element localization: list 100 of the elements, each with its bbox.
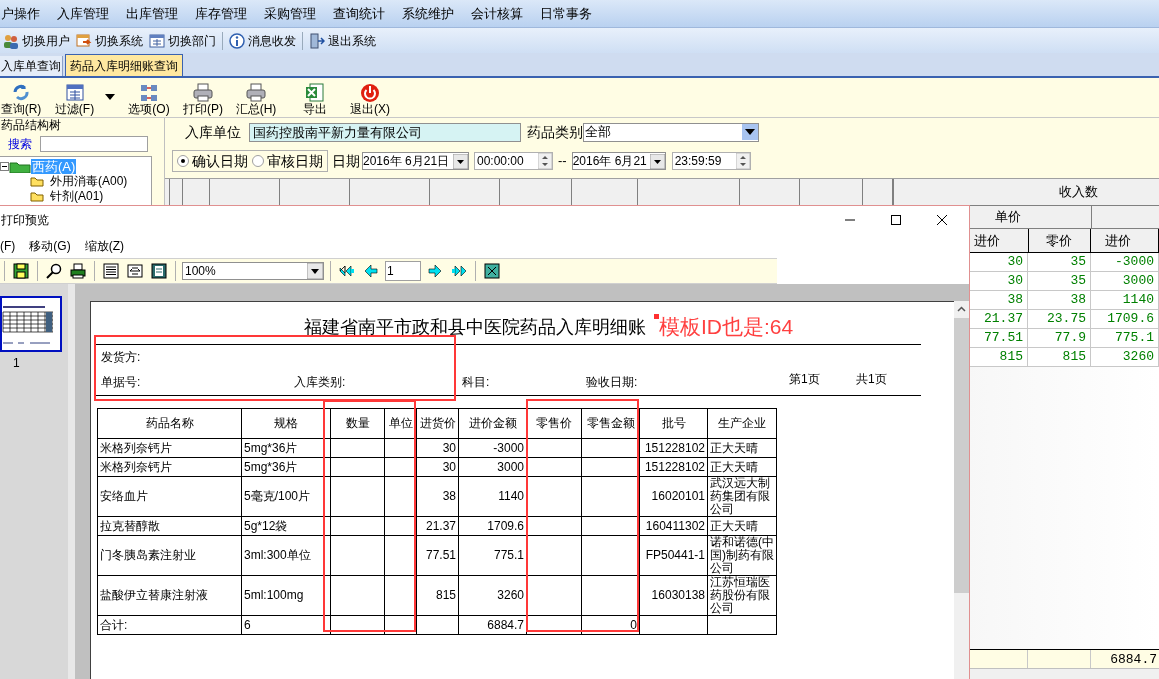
table-cell: 35	[1028, 253, 1091, 271]
scrollbar[interactable]	[954, 301, 969, 679]
table-cell: 3260	[1091, 348, 1159, 366]
action-button[interactable]: 打印(P)	[179, 83, 227, 116]
radio-option[interactable]: 审核日期	[252, 150, 323, 172]
action-button[interactable]: 退出(X)	[345, 83, 395, 116]
zoom-dropdown[interactable]: 100%	[182, 262, 324, 280]
table-cell: 5毫克/100片	[241, 476, 331, 517]
dropdown-button[interactable]	[104, 92, 116, 102]
table-cell: 23.75	[1028, 310, 1091, 328]
column-header: 进价金额	[458, 408, 527, 439]
time-field[interactable]: 00:00:00	[474, 152, 553, 170]
menu-item[interactable]: 移动(G)	[29, 236, 71, 255]
caret-icon	[742, 124, 758, 140]
time-field[interactable]: 23:59:59	[671, 152, 751, 170]
action-button[interactable]: 选项(O)	[124, 83, 174, 116]
table-cell: 武汉远大制药集团有限公司	[707, 476, 777, 517]
magnifier-icon	[46, 263, 62, 279]
toolbar-button[interactable]: 切换用户	[0, 29, 73, 52]
tab[interactable]: 药品入库明细账查询	[65, 54, 183, 76]
menu-item[interactable]: 缩放(Z)	[84, 236, 124, 255]
search-field[interactable]	[40, 136, 148, 152]
caret-icon	[307, 263, 323, 279]
table-cell: 盐酸伊立替康注射液	[97, 575, 242, 616]
table-cell: 正大天晴	[707, 457, 777, 477]
field-label: 药品类别	[527, 122, 583, 142]
date-field[interactable]: 2016年 6月21日	[362, 152, 469, 170]
total-cell-text: 6884.7	[1109, 651, 1158, 668]
toolbar-button[interactable]: 退出系统	[306, 29, 379, 52]
column-header: 零售金额	[581, 408, 640, 439]
toolbar-button[interactable]	[44, 261, 64, 281]
column-header: 进价	[1091, 229, 1159, 252]
info-icon	[229, 32, 245, 49]
spinner-icon	[538, 153, 552, 169]
caret-icon	[453, 153, 468, 169]
toolbar-button[interactable]	[11, 261, 31, 281]
previous-icon	[363, 263, 379, 279]
table-cell: 38	[416, 476, 459, 517]
table-cell: 21.37	[416, 516, 459, 536]
table-cell: 16030138	[639, 575, 708, 616]
menu-item[interactable]: 查询统计	[330, 3, 388, 24]
category-dropdown[interactable]: 全部	[583, 122, 759, 142]
table-cell: 815	[1028, 348, 1091, 366]
separator-text: --	[558, 152, 567, 171]
menu-item[interactable]: 会计核算	[468, 3, 526, 24]
toolbar-button[interactable]	[68, 261, 88, 281]
column-header: 零价	[1028, 229, 1092, 252]
menu-item[interactable]: 采购管理	[261, 3, 319, 24]
menu-item[interactable]: 户操作	[0, 3, 43, 24]
spreadsheet-icon	[305, 83, 325, 102]
table-cell: 1709.6	[1091, 310, 1159, 328]
action-button[interactable]: 查询(R)	[0, 83, 42, 116]
table-cell: 160411302	[639, 516, 708, 536]
tree-item[interactable]: 外用消毒(A00)	[50, 174, 128, 189]
window-title: 打印预览	[1, 211, 49, 229]
marker-square	[654, 314, 659, 319]
date-field[interactable]: 2016年 6月21	[571, 152, 666, 170]
menu-item[interactable]: 库存管理	[192, 3, 250, 24]
menu-item[interactable]: 入库管理	[54, 3, 112, 24]
radio-option[interactable]: 确认日期	[177, 150, 248, 172]
last-page-icon	[451, 263, 467, 279]
toolbar-button[interactable]	[101, 261, 121, 281]
table-cell: 3000	[1091, 272, 1159, 290]
next-icon	[427, 263, 443, 279]
toolbar-button[interactable]	[482, 261, 502, 281]
table-cell: 151228102	[639, 438, 708, 458]
action-button[interactable]: 过滤(F)	[47, 83, 102, 116]
table-cell: 35	[1028, 272, 1091, 290]
unit-field[interactable]: 国药控股南平新力量有限公司	[249, 122, 521, 142]
action-button[interactable]: 导出	[295, 83, 335, 116]
toolbar-button[interactable]: 切换系统	[73, 29, 146, 52]
tree-item[interactable]: 针剂(A01)	[50, 189, 104, 204]
field-label: 日期	[332, 151, 360, 171]
menu-item[interactable]: 出库管理	[123, 3, 181, 24]
table-cell: 30	[416, 457, 459, 477]
table-cell: 6	[241, 615, 331, 635]
menu-item[interactable]: (F)	[0, 236, 16, 255]
column-header: 药品名称	[97, 408, 242, 439]
table-cell: 0	[581, 615, 640, 635]
toolbar-button[interactable]	[149, 261, 169, 281]
table-cell: 米格列奈钙片	[97, 457, 242, 477]
spinner-icon	[735, 153, 750, 169]
power-icon	[360, 83, 380, 102]
page-field[interactable]: 1	[385, 261, 421, 281]
menu-item[interactable]: 系统维护	[399, 3, 457, 24]
table-cell: 3ml:300单位	[241, 535, 331, 576]
toolbar-button[interactable]: 切换部门	[146, 29, 219, 52]
page-thumbnail	[0, 296, 62, 352]
column-header: 单位	[384, 408, 417, 439]
table-cell: 1140	[1091, 291, 1159, 309]
menu-item[interactable]: 日常事务	[537, 3, 595, 24]
folder-icon	[30, 176, 44, 187]
table-cell: 江苏恒瑞医药股份有限公司	[707, 575, 777, 616]
tab[interactable]: 入库单查询	[0, 56, 63, 76]
toolbar-button[interactable]: 消息收发	[226, 29, 299, 52]
column-header: 进货价	[416, 408, 459, 439]
column-header: 批号	[639, 408, 708, 439]
table-cell: 正大天晴	[707, 438, 777, 458]
action-button[interactable]: 汇总(H)	[231, 83, 281, 116]
table-cell: 815	[416, 575, 459, 616]
